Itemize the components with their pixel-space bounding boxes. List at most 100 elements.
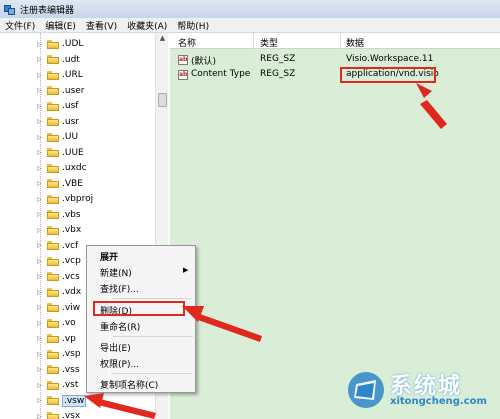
folder-icon — [47, 163, 59, 173]
tree-item[interactable]: ▷ .UU — [0, 130, 78, 144]
title-bar: 注册表编辑器 — [0, 0, 500, 18]
tree-item[interactable]: ▷ .vcf — [0, 239, 78, 253]
list-row[interactable]: ab (默认) REG_SZ Visio.Workspace.11 — [170, 53, 500, 67]
expand-arrow-icon[interactable]: ▷ — [37, 351, 45, 358]
expand-arrow-icon[interactable]: ▷ — [37, 320, 45, 327]
list-row[interactable]: ab Content Type REG_SZ application/vnd.v… — [170, 68, 500, 82]
menu-view[interactable]: 查看(V) — [81, 19, 122, 32]
tree-item-label: .vcp — [62, 256, 81, 266]
menu-help[interactable]: 帮助(H) — [172, 19, 214, 32]
menu-item-new[interactable]: 新建(N) — [100, 266, 132, 279]
expand-arrow-icon[interactable]: ▷ — [37, 41, 45, 48]
tree-item[interactable]: ▷ .URL — [0, 68, 83, 82]
menu-item-copy-key-name[interactable]: 复制项名称(C) — [100, 378, 158, 391]
tree-item[interactable]: ▷ .vsx — [0, 409, 80, 419]
tree-item[interactable]: ▷ .viw — [0, 301, 80, 315]
expand-arrow-icon[interactable]: ▷ — [37, 413, 45, 419]
scroll-up-icon[interactable]: ▲ — [157, 34, 168, 45]
folder-icon — [47, 411, 59, 419]
scroll-thumb[interactable] — [158, 93, 167, 107]
tree-item-label: .vsx — [62, 411, 81, 419]
expand-arrow-icon[interactable]: ▷ — [37, 211, 45, 218]
expand-arrow-icon[interactable]: ▷ — [37, 258, 45, 265]
menu-separator — [113, 298, 193, 299]
expand-arrow-icon[interactable]: ▷ — [37, 149, 45, 156]
expand-arrow-icon[interactable]: ▷ — [37, 118, 45, 125]
tree-item-label: .vo — [62, 318, 76, 328]
expand-arrow-icon[interactable]: ▷ — [37, 397, 45, 404]
folder-icon — [47, 318, 59, 328]
tree-item-label: .vp — [62, 333, 76, 344]
tree-item-label: .user — [62, 85, 85, 96]
tree-item[interactable]: ▷ .vsw — [0, 394, 87, 408]
tree-item[interactable]: ▷ .VBE — [0, 177, 83, 191]
folder-icon — [47, 55, 59, 64]
tree-item[interactable]: ▷ .usf — [0, 99, 78, 113]
submenu-arrow-icon: ▶ — [183, 266, 189, 274]
expand-arrow-icon[interactable]: ▷ — [37, 56, 45, 63]
expand-arrow-icon[interactable]: ▷ — [37, 242, 45, 249]
expand-arrow-icon[interactable]: ▷ — [37, 289, 45, 296]
folder-icon — [47, 349, 59, 359]
expand-arrow-icon[interactable]: ▷ — [37, 227, 45, 234]
column-type-header[interactable]: 类型 — [260, 36, 278, 49]
tree-item[interactable]: ▷ .vo — [0, 316, 76, 330]
tree-item[interactable]: ▷ .udt — [0, 53, 80, 67]
context-menu: 展开 新建(N) ▶ 查找(F)... 删除(D) 重命名(R) 导出(E) 权… — [86, 245, 196, 393]
value-list[interactable]: 名称 类型 数据 ab (默认) REG_SZ Visio.Workspace.… — [170, 33, 500, 419]
tree-item[interactable]: ▷ .vss — [0, 363, 80, 377]
folder-icon — [47, 39, 59, 49]
menu-item-export[interactable]: 导出(E) — [100, 341, 131, 354]
watermark-url: xitongcheng.com — [390, 396, 487, 407]
column-name-header[interactable]: 名称 — [178, 36, 196, 49]
tree-item[interactable]: ▷ .UDL — [0, 37, 83, 51]
tree-item-label: .usf — [62, 101, 79, 111]
tree-item[interactable]: ▷ .vbx — [0, 223, 81, 237]
tree-item[interactable]: ▷ .vp — [0, 332, 76, 346]
folder-icon — [47, 380, 59, 390]
expand-arrow-icon[interactable]: ▷ — [37, 87, 45, 94]
expand-arrow-icon[interactable]: ▷ — [37, 382, 45, 389]
tree-item-label: .vcs — [62, 271, 80, 282]
expand-arrow-icon[interactable]: ▷ — [37, 335, 45, 342]
folder-icon — [47, 225, 59, 235]
menu-item-rename[interactable]: 重命名(R) — [100, 320, 140, 333]
expand-arrow-icon[interactable]: ▷ — [37, 304, 45, 311]
tree-item[interactable]: ▷ .vst — [0, 378, 78, 392]
folder-icon — [47, 365, 59, 374]
expand-arrow-icon[interactable]: ▷ — [37, 103, 45, 110]
menu-item-permissions[interactable]: 权限(P)... — [100, 357, 139, 370]
expand-arrow-icon[interactable]: ▷ — [37, 180, 45, 187]
expand-arrow-icon[interactable]: ▷ — [37, 134, 45, 141]
menu-file[interactable]: 文件(F) — [0, 19, 40, 32]
value-type: REG_SZ — [260, 54, 296, 64]
expand-arrow-icon[interactable]: ▷ — [37, 366, 45, 373]
tree-item[interactable]: ▷ .uxdc — [0, 161, 87, 175]
tree-item[interactable]: ▷ .vcp — [0, 254, 81, 268]
tree-item-label: .vbproj — [62, 194, 94, 204]
folder-icon — [47, 148, 59, 157]
column-data-header[interactable]: 数据 — [346, 36, 364, 49]
tree-item-label: .vbs — [62, 209, 81, 220]
string-value-icon: ab — [178, 70, 188, 80]
tree-item[interactable]: ▷ .vsp — [0, 347, 81, 361]
expand-arrow-icon[interactable]: ▷ — [37, 196, 45, 203]
expand-arrow-icon[interactable]: ▷ — [37, 165, 45, 172]
menu-item-expand[interactable]: 展开 — [100, 250, 118, 263]
expand-arrow-icon[interactable]: ▷ — [37, 273, 45, 280]
tree-item[interactable]: ▷ .user — [0, 84, 85, 98]
tree-item-label: .vst — [62, 380, 79, 390]
tree-item[interactable]: ▷ .UUE — [0, 146, 84, 160]
tree-item[interactable]: ▷ .vdx — [0, 285, 81, 299]
expand-arrow-icon[interactable]: ▷ — [37, 72, 45, 79]
value-data: Visio.Workspace.11 — [346, 54, 434, 64]
tree-item[interactable]: ▷ .usr — [0, 115, 79, 129]
tree-item[interactable]: ▷ .vcs — [0, 270, 80, 284]
menu-item-find[interactable]: 查找(F)... — [100, 282, 139, 295]
folder-icon — [47, 210, 59, 219]
tree-item[interactable]: ▷ .vbproj — [0, 192, 93, 206]
menu-edit[interactable]: 编辑(E) — [40, 19, 81, 32]
menu-favorites[interactable]: 收藏夹(A) — [122, 19, 172, 32]
tree-item-label: .usr — [62, 116, 79, 127]
tree-item[interactable]: ▷ .vbs — [0, 208, 81, 222]
